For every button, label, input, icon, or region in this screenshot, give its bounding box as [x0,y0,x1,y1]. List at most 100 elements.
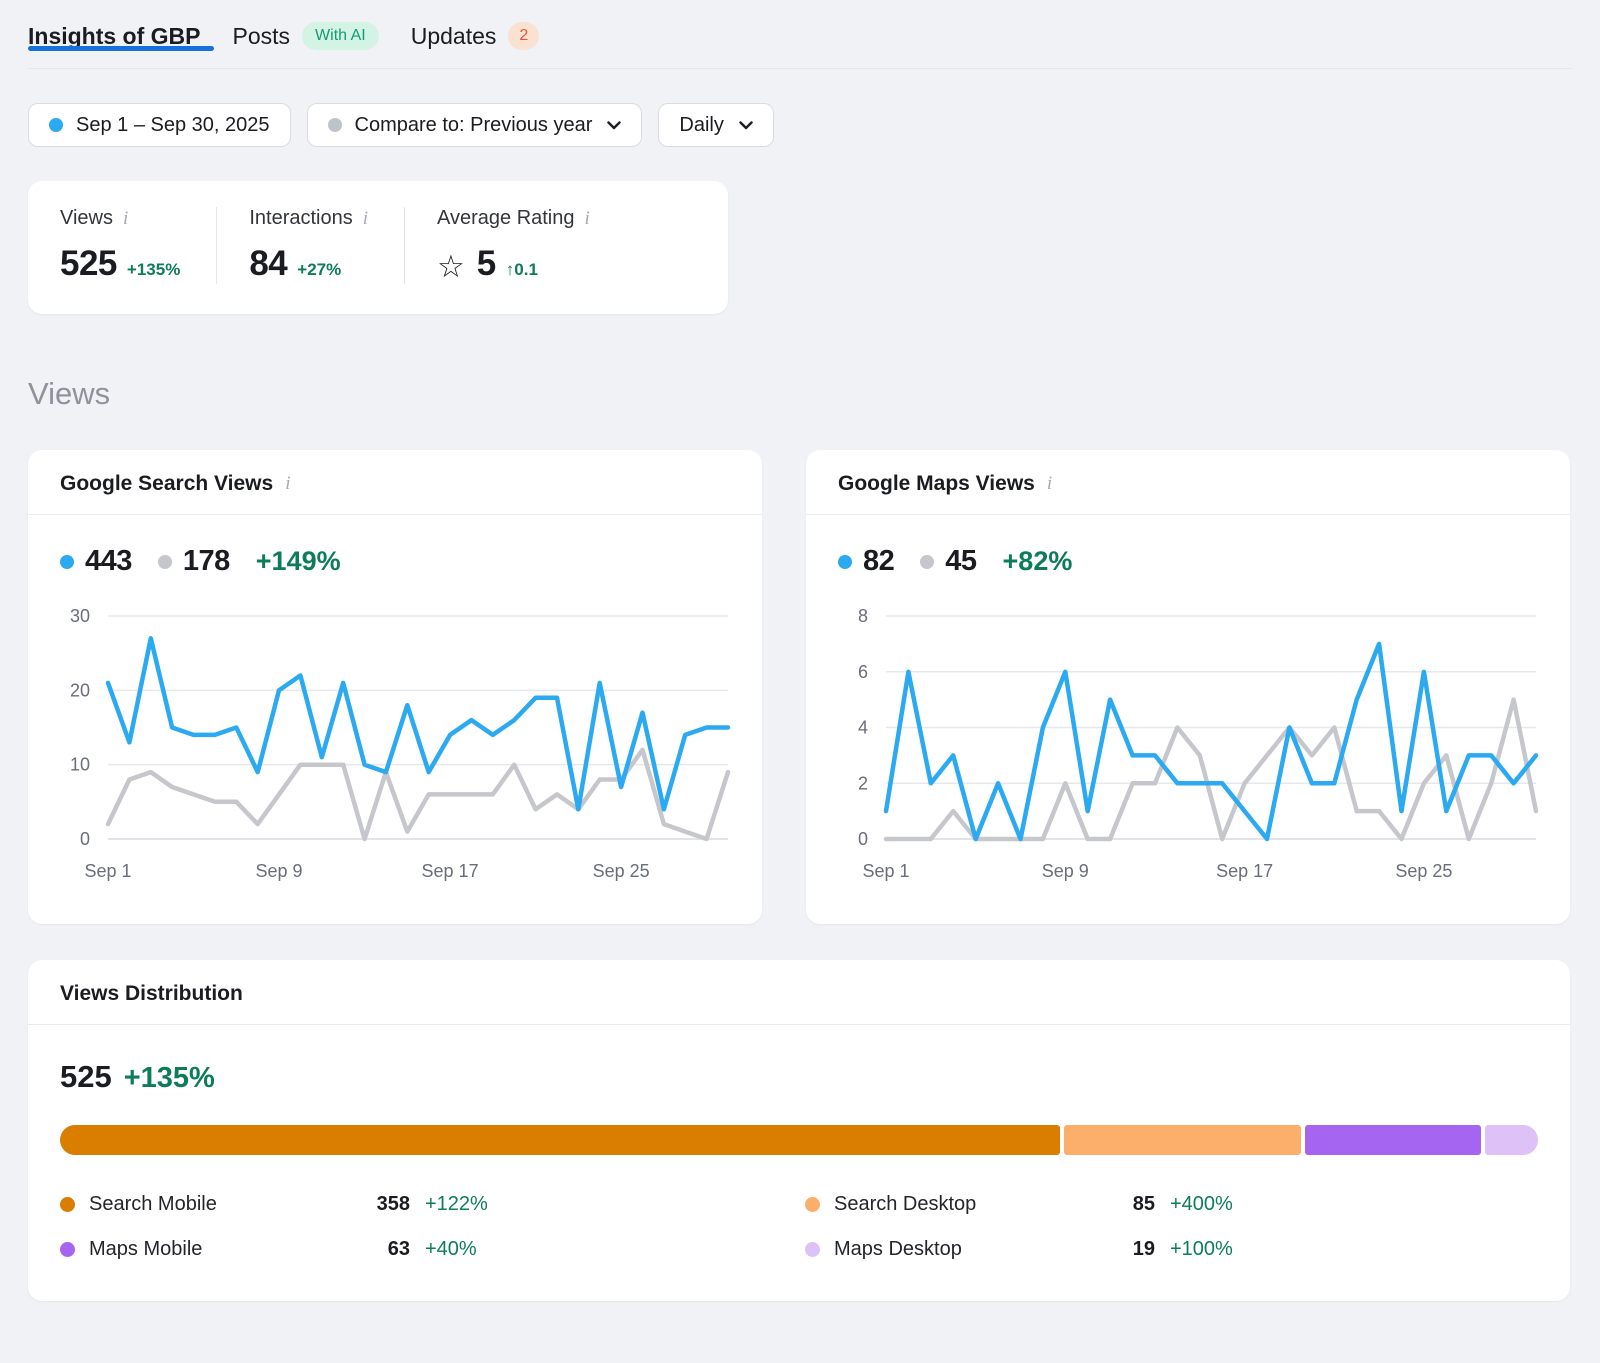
views-label: Views [60,207,113,230]
svg-text:Sep 1: Sep 1 [84,861,131,881]
granularity-dropdown[interactable]: Daily [658,103,773,147]
maps-views-title: Google Maps Views [838,472,1035,496]
average-rating-label: Average Rating [437,207,575,230]
distribution-bar [60,1125,1538,1155]
search-views-chart[interactable]: 0102030Sep 1Sep 9Sep 17Sep 25 [50,584,742,889]
svg-text:6: 6 [858,662,868,682]
svg-text:Sep 25: Sep 25 [1395,861,1452,881]
summary-card: Views i 525 +135% Interactions i 84 +27%… [28,181,728,314]
maps-desktop-value: 19 [1075,1238,1155,1261]
average-rating-change: ↑0.1 [506,260,538,280]
views-distribution-card: Views Distribution 525 +135% Search Mobi… [28,960,1570,1301]
svg-text:0: 0 [80,829,90,849]
views-section-title: Views [28,376,1572,412]
gbp-insights-page: Insights of GBP Posts With AI Updates 2 … [0,0,1600,1301]
legend-row-maps-desktop: Maps Desktop 19 +100% [805,1238,1570,1261]
active-tab-underline [28,46,214,51]
maps-mobile-change: +40% [425,1238,805,1261]
tab-insights-of-gbp[interactable]: Insights of GBP [28,23,201,50]
info-icon[interactable]: i [285,473,290,495]
previous-series-dot [158,555,172,569]
info-icon[interactable]: i [123,208,128,230]
date-range-label: Sep 1 – Sep 30, 2025 [76,114,270,137]
distribution-segment-maps-desktop[interactable] [1485,1125,1538,1155]
distribution-title: Views Distribution [60,982,243,1006]
distribution-segment-search-desktop[interactable] [1064,1125,1301,1155]
search-mobile-change: +122% [425,1193,805,1216]
tab-updates[interactable]: Updates 2 [411,22,540,50]
chevron-down-icon [607,121,621,130]
search-mobile-value: 358 [330,1193,410,1216]
compare-to-dropdown[interactable]: Compare to: Previous year [307,103,643,147]
date-range-picker[interactable]: Sep 1 – Sep 30, 2025 [28,103,291,147]
distribution-segment-maps-mobile[interactable] [1305,1125,1481,1155]
svg-text:Sep 25: Sep 25 [593,861,650,881]
info-icon[interactable]: i [363,208,368,230]
summary-average-rating: Average Rating i ☆ 5 ↑0.1 [404,207,626,284]
legend-row-search-desktop: Search Desktop 85 +400% [805,1193,1570,1216]
tab-updates-label: Updates [411,23,497,50]
maps-desktop-label: Maps Desktop [834,1238,962,1261]
average-rating-value: 5 [477,244,496,284]
granularity-label: Daily [679,114,723,137]
svg-text:20: 20 [70,680,90,700]
maps-mobile-label: Maps Mobile [89,1238,202,1261]
interactions-change: +27% [297,260,341,280]
distribution-change: +135% [124,1062,215,1095]
svg-text:8: 8 [858,606,868,626]
svg-text:Sep 17: Sep 17 [422,861,479,881]
previous-period-dot [328,118,342,132]
chevron-down-icon [739,121,753,130]
google-maps-views-card: Google Maps Views i 82 45 +82% 02468Sep … [806,450,1570,924]
star-icon: ☆ [437,249,465,285]
charts-row: Google Search Views i 443 178 +149% 0102… [28,450,1572,924]
views-change: +135% [127,260,180,280]
search-change-percent: +149% [256,546,341,577]
maps-current-total: 82 [863,545,894,578]
search-current-total: 443 [85,545,132,578]
info-icon[interactable]: i [585,208,590,230]
legend-row-search-mobile: Search Mobile 358 +122% [60,1193,805,1216]
search-mobile-label: Search Mobile [89,1193,217,1216]
svg-text:4: 4 [858,718,868,738]
previous-series-dot [920,555,934,569]
maps-desktop-change: +100% [1170,1238,1570,1261]
svg-text:Sep 17: Sep 17 [1216,861,1273,881]
views-value: 525 [60,244,117,284]
maps-change-percent: +82% [1003,546,1073,577]
current-series-dot [60,555,74,569]
search-desktop-dot [805,1197,820,1212]
search-views-title: Google Search Views [60,472,273,496]
info-icon[interactable]: i [1047,473,1052,495]
svg-text:Sep 9: Sep 9 [1042,861,1089,881]
tab-posts-label: Posts [233,23,291,50]
search-mobile-dot [60,1197,75,1212]
search-desktop-value: 85 [1075,1193,1155,1216]
svg-text:Sep 1: Sep 1 [862,861,909,881]
svg-text:0: 0 [858,829,868,849]
filter-row: Sep 1 – Sep 30, 2025 Compare to: Previou… [28,103,1572,147]
google-search-views-card: Google Search Views i 443 178 +149% 0102… [28,450,762,924]
current-period-dot [49,118,63,132]
svg-text:30: 30 [70,606,90,626]
maps-views-stats: 82 45 +82% [838,545,1570,578]
compare-label: Compare to: Previous year [355,114,593,137]
maps-mobile-value: 63 [330,1238,410,1261]
tab-bar: Insights of GBP Posts With AI Updates 2 [28,22,1572,69]
maps-previous-total: 45 [945,545,976,578]
distribution-total: 525 [60,1059,112,1095]
legend-row-maps-mobile: Maps Mobile 63 +40% [60,1238,805,1261]
svg-text:Sep 9: Sep 9 [256,861,303,881]
summary-views: Views i 525 +135% [28,207,216,284]
summary-interactions: Interactions i 84 +27% [216,207,404,284]
interactions-label: Interactions [249,207,352,230]
updates-count-badge: 2 [508,22,539,50]
maps-desktop-dot [805,1242,820,1257]
search-previous-total: 178 [183,545,230,578]
distribution-segment-search-mobile[interactable] [60,1125,1060,1155]
search-desktop-label: Search Desktop [834,1193,976,1216]
tab-posts[interactable]: Posts With AI [233,22,379,50]
search-views-stats: 443 178 +149% [60,545,762,578]
maps-views-chart[interactable]: 02468Sep 1Sep 9Sep 17Sep 25 [828,584,1550,889]
with-ai-badge: With AI [302,22,379,50]
